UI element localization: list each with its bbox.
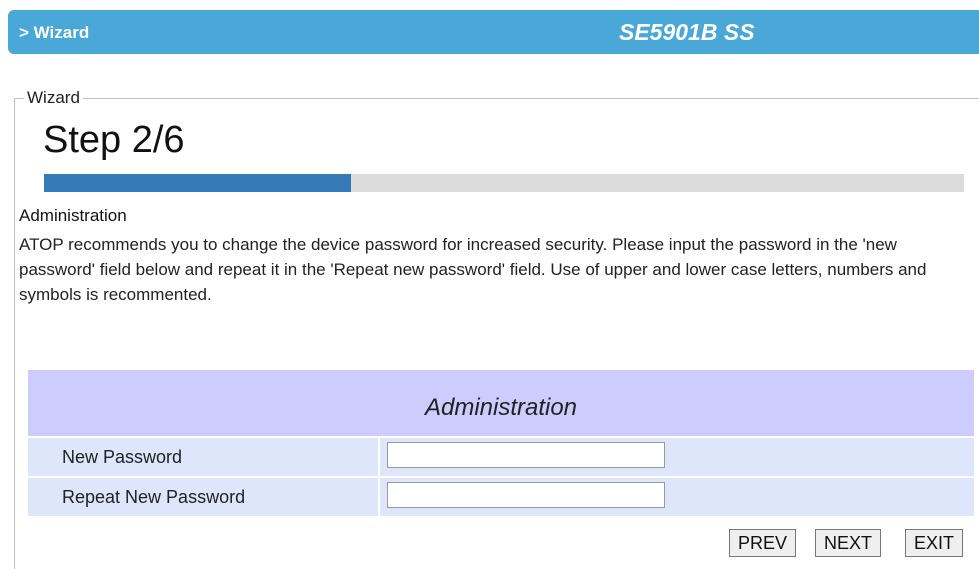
next-button[interactable]: NEXT xyxy=(815,529,882,557)
new-password-field-cell xyxy=(380,438,974,476)
new-password-input[interactable] xyxy=(387,442,665,468)
table-row: New Password xyxy=(28,438,974,476)
new-password-label: New Password xyxy=(62,447,183,467)
breadcrumb: > Wizard xyxy=(19,23,90,42)
instructions-text: ATOP recommends you to change the device… xyxy=(19,235,927,304)
administration-table: Administration New Password Repeat New P… xyxy=(28,370,974,516)
progress-bar xyxy=(44,174,964,192)
administration-table-header: Administration xyxy=(28,370,974,436)
step-title: Step 2/6 xyxy=(43,119,185,161)
top-header-bar: > Wizard SE5901B SS xyxy=(8,10,979,54)
device-name-title: SE5901B SS xyxy=(619,19,755,45)
repeat-password-field-cell xyxy=(380,478,974,516)
wizard-legend: Wizard xyxy=(24,88,83,108)
administration-table-title: Administration xyxy=(424,394,578,421)
progress-bar-fill xyxy=(44,174,351,192)
repeat-password-label-cell: Repeat New Password xyxy=(28,478,378,516)
new-password-label-cell: New Password xyxy=(28,438,378,476)
repeat-password-label: Repeat New Password xyxy=(62,487,246,507)
section-label: Administration xyxy=(19,206,127,225)
repeat-password-input[interactable] xyxy=(387,482,665,508)
exit-button[interactable]: EXIT xyxy=(905,529,964,557)
table-row: Repeat New Password xyxy=(28,478,974,516)
prev-button[interactable]: PREV xyxy=(729,529,797,557)
